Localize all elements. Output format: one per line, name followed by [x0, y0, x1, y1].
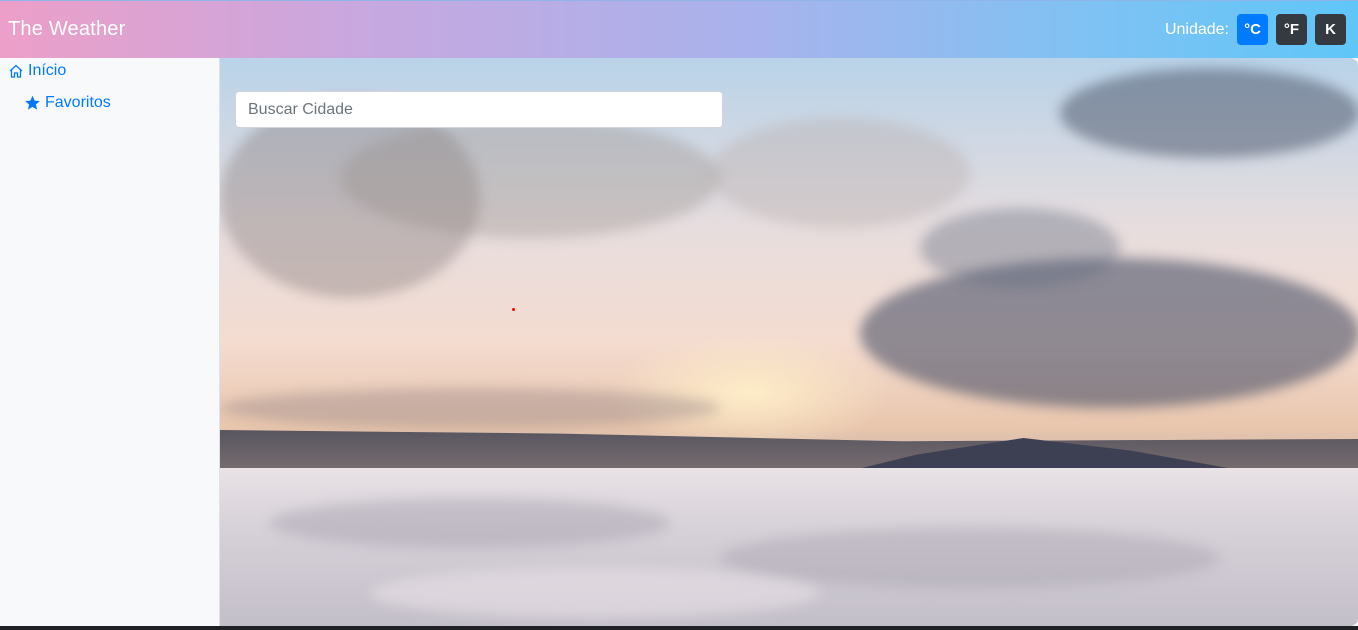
cloud-shape: [370, 568, 820, 618]
cloud-shape: [860, 258, 1358, 408]
sidebar-item-favorites[interactable]: Favoritos: [24, 94, 111, 112]
cloud-shape: [1060, 68, 1358, 158]
sidebar-item-home[interactable]: Início: [8, 62, 66, 80]
cloud-shape: [710, 118, 970, 228]
bottom-strip: [0, 626, 1358, 630]
search-city-input[interactable]: [235, 91, 723, 128]
cloud-shape: [270, 498, 670, 548]
app-brand[interactable]: The Weather: [8, 18, 125, 41]
sidebar-item-label: Início: [28, 62, 67, 79]
kelvin-button[interactable]: K: [1315, 14, 1346, 45]
cloud-shape: [720, 528, 1220, 588]
unit-label: Unidade:: [1164, 20, 1229, 38]
cloud-shape: [220, 388, 720, 428]
cursor-dot: [512, 308, 515, 311]
top-navbar: The Weather Unidade: °C °F K: [0, 0, 1358, 58]
cloud-shape: [920, 208, 1120, 288]
unit-selector: Unidade: °C °F K: [1165, 14, 1346, 45]
star-icon: [25, 95, 40, 110]
celsius-button[interactable]: °C: [1237, 14, 1268, 45]
home-icon: [9, 64, 23, 78]
main-content-background: [220, 58, 1358, 626]
cloud-shape: [340, 118, 720, 238]
fahrenheit-button[interactable]: °F: [1276, 14, 1307, 45]
sidebar: Início Favoritos: [0, 58, 220, 626]
sidebar-item-label: Favoritos: [45, 94, 111, 111]
